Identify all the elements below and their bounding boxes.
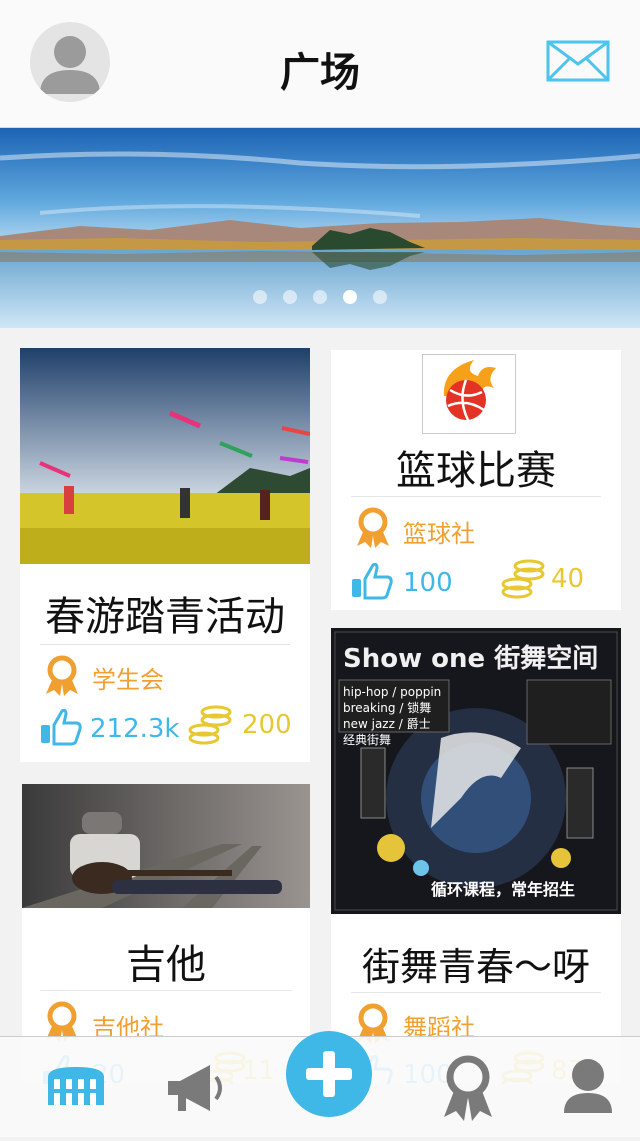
poster-footer: 循环课程，常年招生	[431, 880, 576, 899]
coin-count: 200	[242, 710, 292, 740]
ribbon-badge-icon	[357, 507, 389, 548]
colosseum-icon[interactable]	[26, 1037, 126, 1137]
poster-lines: hip-hop / poppin breaking / 锁舞 new jazz …	[343, 684, 441, 748]
divider	[40, 990, 292, 991]
poster-line: 经典街舞	[343, 733, 392, 747]
activity-card[interactable]: 春游踏青活动 学生会 212.3k 200	[20, 348, 310, 762]
coin-stack-icon	[188, 705, 232, 745]
thumbs-up-icon[interactable]	[40, 708, 82, 746]
like-count: 100	[403, 568, 453, 598]
like-count: 212.3k	[90, 714, 180, 744]
add-icon[interactable]	[286, 1031, 372, 1117]
card-title: 街舞青春～呀	[361, 945, 590, 989]
poster-headline: Show one 街舞空间	[343, 644, 599, 674]
activity-card[interactable]: Show one 街舞空间 hip-hop / poppin breaking …	[331, 628, 621, 1084]
guitarist-on-railway-image	[22, 784, 310, 908]
envelope-icon[interactable]	[546, 40, 610, 86]
carousel-dot[interactable]	[283, 290, 297, 304]
kite-flying-flower-field-image	[20, 348, 310, 564]
carousel-dot[interactable]	[253, 290, 267, 304]
top-bar: 广场	[0, 0, 640, 128]
poster-line: hip-hop / poppin	[343, 685, 442, 699]
coin-stack-icon	[501, 559, 545, 599]
carousel-dot[interactable]	[373, 290, 387, 304]
coin-count: 40	[551, 564, 585, 594]
divider	[40, 644, 290, 645]
carousel-indicators	[0, 289, 640, 308]
ribbon-badge-icon	[46, 655, 78, 696]
banner-carousel[interactable]	[0, 128, 640, 328]
profile-icon[interactable]	[538, 1037, 638, 1137]
page-title: 广场	[280, 50, 360, 96]
basketball-fire-logo-image	[422, 354, 516, 434]
thumbs-up-icon[interactable]	[351, 562, 393, 600]
organizer-label: 篮球社	[403, 520, 475, 548]
carousel-dot-active[interactable]	[343, 290, 357, 304]
bottom-tab-bar	[0, 1031, 640, 1137]
organizer-label: 学生会	[92, 666, 164, 694]
megaphone-icon[interactable]	[140, 1037, 240, 1137]
divider	[351, 992, 601, 993]
award-icon[interactable]	[418, 1037, 518, 1137]
poster-line: new jazz / 爵士	[343, 717, 431, 731]
activity-card[interactable]: 篮球比赛 篮球社 100 40	[331, 350, 621, 610]
card-title: 吉他	[126, 942, 206, 988]
carousel-dot[interactable]	[313, 290, 327, 304]
card-title: 篮球比赛	[396, 448, 556, 494]
card-title: 春游踏青活动	[45, 594, 285, 640]
divider	[351, 496, 601, 497]
poster-line: breaking / 锁舞	[343, 701, 432, 715]
